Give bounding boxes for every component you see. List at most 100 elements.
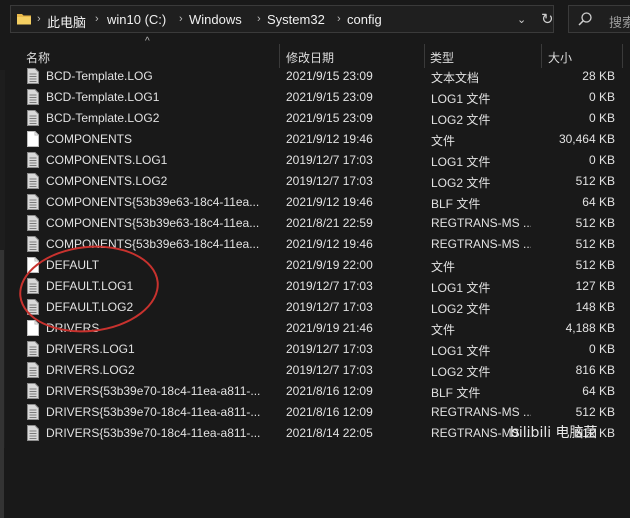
file-modified-date: 2021/8/16 12:09 xyxy=(286,405,373,419)
file-name: BCD-Template.LOG2 xyxy=(46,111,160,125)
search-box[interactable]: 搜索 xyxy=(568,5,630,33)
file-row[interactable]: COMPONENTS.LOG1 2019/12/7 17:03 LOG1 文件 0 K… xyxy=(0,150,630,171)
breadcrumb-config[interactable]: config xyxy=(347,12,382,27)
address-bar: › 此电脑 › win10 (C:) › Windows › System32 … xyxy=(0,0,630,40)
breadcrumb-this-pc[interactable]: 此电脑 xyxy=(47,12,86,31)
log-file-icon xyxy=(27,68,39,84)
search-icon xyxy=(577,11,593,30)
file-size: 64 KB xyxy=(582,384,615,398)
file-row[interactable]: COMPONENTS{53b39e63-18c4-11ea... 2021/8/2… xyxy=(0,213,630,234)
file-type: LOG2 文件 xyxy=(431,365,491,379)
file-type: LOG1 文件 xyxy=(431,344,491,358)
column-divider[interactable] xyxy=(541,44,542,68)
log-file-icon xyxy=(27,110,39,126)
file-type: REGTRANS-MS ... xyxy=(431,216,531,230)
file-type: LOG2 文件 xyxy=(431,113,491,127)
file-size: 30,464 KB xyxy=(558,132,615,146)
file-size: 0 KB xyxy=(588,342,615,356)
file-row[interactable]: DRIVERS{53b39e70-18c4-11ea-a811-... 2021/… xyxy=(0,402,630,423)
search-placeholder: 搜索 xyxy=(609,15,630,30)
column-divider[interactable] xyxy=(424,44,425,68)
file-name: COMPONENTS{53b39e63-18c4-11ea... xyxy=(46,195,260,209)
breadcrumb-drive[interactable]: win10 (C:) xyxy=(107,12,166,27)
file-modified-date: 2019/12/7 17:03 xyxy=(286,363,373,377)
log-file-icon xyxy=(27,173,39,189)
file-modified-date: 2019/12/7 17:03 xyxy=(286,300,373,314)
column-header-name[interactable]: 名称 xyxy=(26,49,50,66)
file-size: 816 KB xyxy=(575,363,615,377)
column-header-size[interactable]: 大小 xyxy=(548,49,572,66)
file-size: 0 KB xyxy=(588,90,615,104)
log-file-icon xyxy=(27,194,39,210)
file-type: LOG2 文件 xyxy=(431,302,491,316)
file-row[interactable]: BCD-Template.LOG 2021/9/15 23:09 文本文档 28 KB xyxy=(0,66,630,87)
file-size: 0 KB xyxy=(588,153,615,167)
file-modified-date: 2021/8/16 12:09 xyxy=(286,384,373,398)
log-file-icon xyxy=(27,404,39,420)
file-type: 文本文档 xyxy=(431,71,480,85)
file-size: 64 KB xyxy=(582,195,615,209)
file-modified-date: 2021/8/14 22:05 xyxy=(286,426,373,440)
file-row[interactable]: DRIVERS.LOG1 2019/12/7 17:03 LOG1 文件 0 KB xyxy=(0,339,630,360)
blank-file-icon xyxy=(27,320,39,336)
log-file-icon xyxy=(27,236,39,252)
file-row[interactable]: BCD-Template.LOG2 2021/9/15 23:09 LOG2 文件 0… xyxy=(0,108,630,129)
file-size: 512 KB xyxy=(575,258,615,272)
file-modified-date: 2021/9/12 19:46 xyxy=(286,237,373,251)
file-type: REGTRANS-MS ... xyxy=(431,237,531,251)
file-row[interactable]: DRIVERS{53b39e70-18c4-11ea-a811-... 2021/… xyxy=(0,381,630,402)
folder-icon xyxy=(17,12,31,26)
column-divider[interactable] xyxy=(622,44,623,68)
file-size: 512 KB xyxy=(575,237,615,251)
file-type: LOG1 文件 xyxy=(431,92,491,106)
column-header-row: ^ 名称 修改日期 类型 大小 xyxy=(0,36,630,68)
file-name: BCD-Template.LOG xyxy=(46,69,153,83)
file-type: BLF 文件 xyxy=(431,197,481,211)
file-modified-date: 2021/9/12 19:46 xyxy=(286,195,373,209)
file-name: COMPONENTS{53b39e63-18c4-11ea... xyxy=(46,216,260,230)
file-modified-date: 2021/9/19 22:00 xyxy=(286,258,373,272)
file-name: DRIVERS{53b39e70-18c4-11ea-a811-... xyxy=(46,405,261,419)
breadcrumb-system32[interactable]: System32 xyxy=(267,12,325,27)
chevron-right-icon[interactable]: › xyxy=(257,13,261,25)
column-divider[interactable] xyxy=(279,44,280,68)
file-size: 512 KB xyxy=(575,174,615,188)
file-size: 512 KB xyxy=(575,216,615,230)
log-file-icon xyxy=(27,341,39,357)
file-row[interactable]: COMPONENTS.LOG2 2019/12/7 17:03 LOG2 文件 512… xyxy=(0,171,630,192)
file-row[interactable]: COMPONENTS 2021/9/12 19:46 文件 30,464 KB xyxy=(0,129,630,150)
column-header-type[interactable]: 类型 xyxy=(430,49,454,66)
file-size: 148 KB xyxy=(575,300,615,314)
file-name: COMPONENTS.LOG2 xyxy=(46,174,168,188)
log-file-icon xyxy=(27,215,39,231)
refresh-icon[interactable]: ↻ xyxy=(541,10,554,28)
breadcrumb-windows[interactable]: Windows xyxy=(189,12,242,27)
file-size: 127 KB xyxy=(575,279,615,293)
file-modified-date: 2019/12/7 17:03 xyxy=(286,174,373,188)
bilibili-watermark: bilibili 电脑菌 xyxy=(510,425,598,441)
file-type: LOG1 文件 xyxy=(431,155,491,169)
chevron-right-icon[interactable]: › xyxy=(337,13,341,25)
address-dropdown-icon[interactable]: ⌄ xyxy=(517,13,526,26)
file-size: 4,188 KB xyxy=(565,321,615,335)
file-type: LOG2 文件 xyxy=(431,176,491,190)
file-name: DRIVERS{53b39e70-18c4-11ea-a811-... xyxy=(46,384,261,398)
chevron-right-icon[interactable]: › xyxy=(179,13,183,25)
chevron-right-icon[interactable]: › xyxy=(95,13,99,25)
file-row[interactable]: COMPONENTS{53b39e63-18c4-11ea... 2021/9/1… xyxy=(0,192,630,213)
file-type: 文件 xyxy=(431,134,456,148)
file-modified-date: 2021/9/19 21:46 xyxy=(286,321,373,335)
file-name: BCD-Template.LOG1 xyxy=(46,90,160,104)
file-modified-date: 2021/8/21 22:59 xyxy=(286,216,373,230)
file-type: LOG1 文件 xyxy=(431,281,491,295)
address-box[interactable]: › 此电脑 › win10 (C:) › Windows › System32 … xyxy=(10,5,554,33)
file-name: DRIVERS{53b39e70-18c4-11ea-a811-... xyxy=(46,426,261,440)
file-row[interactable]: BCD-Template.LOG1 2021/9/15 23:09 LOG1 文件 0… xyxy=(0,87,630,108)
chevron-right-icon[interactable]: › xyxy=(37,13,41,25)
file-row[interactable]: DRIVERS.LOG2 2019/12/7 17:03 LOG2 文件 816 KB xyxy=(0,360,630,381)
file-type: BLF 文件 xyxy=(431,386,481,400)
file-modified-date: 2019/12/7 17:03 xyxy=(286,279,373,293)
file-name: COMPONENTS.LOG1 xyxy=(46,153,168,167)
column-header-date[interactable]: 修改日期 xyxy=(286,49,334,66)
file-size: 0 KB xyxy=(588,111,615,125)
